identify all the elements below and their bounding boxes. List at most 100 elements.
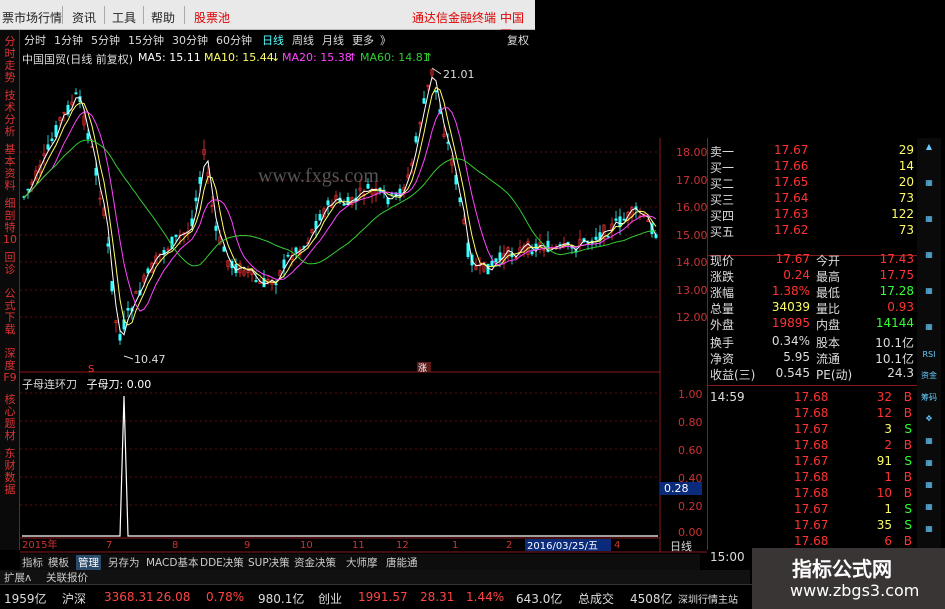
stat-label: 股本 (816, 336, 841, 350)
x-tick: 2015年 (22, 538, 57, 551)
tick-row: 17.68 6 B (708, 534, 918, 549)
x-tick: 2 (506, 540, 512, 551)
chart-watermark: www.fxgs.com (258, 165, 379, 187)
panel-icon[interactable]: ▦ (920, 214, 938, 228)
tick-row: 17.68 12 B (708, 406, 918, 421)
stat-label: 最低 (816, 286, 841, 300)
tab-macd[interactable]: MACD基本 (146, 555, 198, 570)
price-tick: 18.00 (676, 146, 708, 159)
tab-dde[interactable]: DDE决策 (200, 555, 244, 570)
price-tick: 16.00 (676, 201, 708, 214)
low-marker-line (123, 355, 134, 360)
tick-price: 17.67 (794, 454, 829, 468)
candle-body (346, 197, 350, 205)
book-price: 17.62 (774, 223, 809, 237)
panel-icon[interactable]: ▦ (920, 322, 938, 336)
chinext-amount: 643.0亿 (516, 592, 563, 606)
stat-label: 收益(三) (710, 368, 756, 382)
total-volume-value: 4508亿 (630, 592, 673, 606)
panel-icon[interactable]: ▦ (920, 458, 938, 472)
index-percent: 0.78% (206, 590, 245, 604)
indicator-value: 子母刀: 0.00 (86, 378, 152, 391)
book-price: 17.65 (774, 175, 809, 189)
panel-icon[interactable]: ▦ (920, 524, 938, 538)
book-label: 买四 (710, 209, 735, 223)
stat-value: 17.43 (879, 252, 914, 266)
tab-sup[interactable]: SUP决策 (248, 555, 290, 570)
stat-label: PE(动) (816, 368, 853, 382)
related-quote-button[interactable]: 关联报价 (46, 570, 88, 585)
tick-direction: S (904, 422, 912, 436)
indicator-name[interactable]: 子母连环刀 (22, 378, 77, 391)
order-book-row: 卖一 17.67 29 (708, 143, 918, 159)
tick-volume: 3 (884, 422, 892, 436)
x-tick: 11 (352, 540, 365, 551)
tab-indicator[interactable]: 指标 (22, 555, 43, 570)
panel-icon[interactable]: ▦ (920, 502, 938, 516)
panel-icon[interactable]: ▦ (920, 250, 938, 264)
tab-manage[interactable]: 管理 (76, 555, 101, 570)
tick-price: 17.68 (794, 438, 829, 452)
tick-direction: S (904, 454, 912, 468)
quote-stat-row: 收益(三) 0.545 PE(动) 24.3 (708, 366, 918, 382)
tab-template[interactable]: 模板 (48, 555, 69, 570)
index-amount: 980.1亿 (258, 592, 305, 606)
stat-label: 涨跌 (710, 270, 735, 284)
tick-price: 17.67 (794, 422, 829, 436)
panel-icon[interactable]: ▦ (920, 480, 938, 494)
tab-master[interactable]: 大师摩 (346, 555, 378, 570)
candle-body (490, 260, 494, 267)
book-volume: 20 (898, 175, 914, 189)
book-price: 17.66 (774, 159, 809, 173)
candle-body (614, 218, 618, 221)
quote-stat-row: 涨幅 1.38% 最低 17.28 (708, 284, 918, 300)
capital-icon[interactable]: 资金 (920, 370, 938, 384)
tick-volume: 6 (884, 534, 892, 548)
tick-row: 17.68 2 B (708, 438, 918, 453)
indicator-tabs: 指标 模板 管理 另存为 MACD基本 DDE决策 SUP决策 资金决策 大师摩… (20, 554, 700, 570)
up-arrow-icon[interactable]: ▲ (920, 142, 938, 156)
candle-body (318, 213, 322, 221)
tab-capital[interactable]: 资金决策 (294, 555, 336, 570)
stat-value: 0.93 (887, 300, 914, 314)
ma10-line (23, 86, 657, 326)
tick-row: 17.68 1 B (708, 470, 918, 485)
panel-icon[interactable]: ▦ (920, 436, 938, 450)
panel-icon[interactable]: ▦ (920, 178, 938, 192)
expand-button[interactable]: 扩展ʌ (4, 570, 31, 585)
stat-label: 最高 (816, 270, 841, 284)
stat-label: 净资 (710, 352, 735, 366)
candle-body (286, 254, 290, 257)
tab-save-as[interactable]: 另存为 (108, 555, 140, 570)
candle-body (214, 225, 218, 231)
stat-value: 34039 (771, 300, 810, 314)
price-tick: 17.00 (676, 174, 708, 187)
rsi-icon[interactable]: RSI (920, 350, 938, 364)
chinext-name[interactable]: 创业 (318, 590, 342, 607)
chip-icon[interactable]: 筹码 (920, 392, 938, 406)
stat-value: 0.24 (783, 268, 810, 282)
low-price-label: 10.47 (134, 353, 166, 366)
stat-label: 总量 (710, 302, 735, 316)
tab-tangnengtong[interactable]: 唐能通 (386, 555, 418, 570)
stat-label: 涨幅 (710, 286, 735, 300)
candle-body (50, 138, 54, 142)
tick-volume: 1 (884, 502, 892, 516)
stat-value: 0.34% (771, 334, 810, 348)
panel-icon[interactable]: ▦ (920, 286, 938, 300)
candle-body (434, 90, 438, 93)
book-volume: 122 (891, 207, 914, 221)
candle-body (294, 247, 298, 253)
tick-row: 17.67 35 S (708, 518, 918, 533)
index-name[interactable]: 沪深 (62, 590, 86, 607)
stat-value: 10.1亿 (875, 352, 914, 366)
candle-body (106, 243, 110, 247)
candle-body (74, 92, 78, 95)
server-station[interactable]: 深圳行情主站 (678, 591, 738, 606)
tick-price: 17.68 (794, 486, 829, 500)
quote-divider (708, 385, 918, 386)
order-book-row: 买四 17.63 122 (708, 207, 918, 223)
book-label: 买二 (710, 177, 735, 191)
compass-icon[interactable]: ✥ (920, 414, 938, 428)
tick-direction: B (903, 406, 912, 420)
